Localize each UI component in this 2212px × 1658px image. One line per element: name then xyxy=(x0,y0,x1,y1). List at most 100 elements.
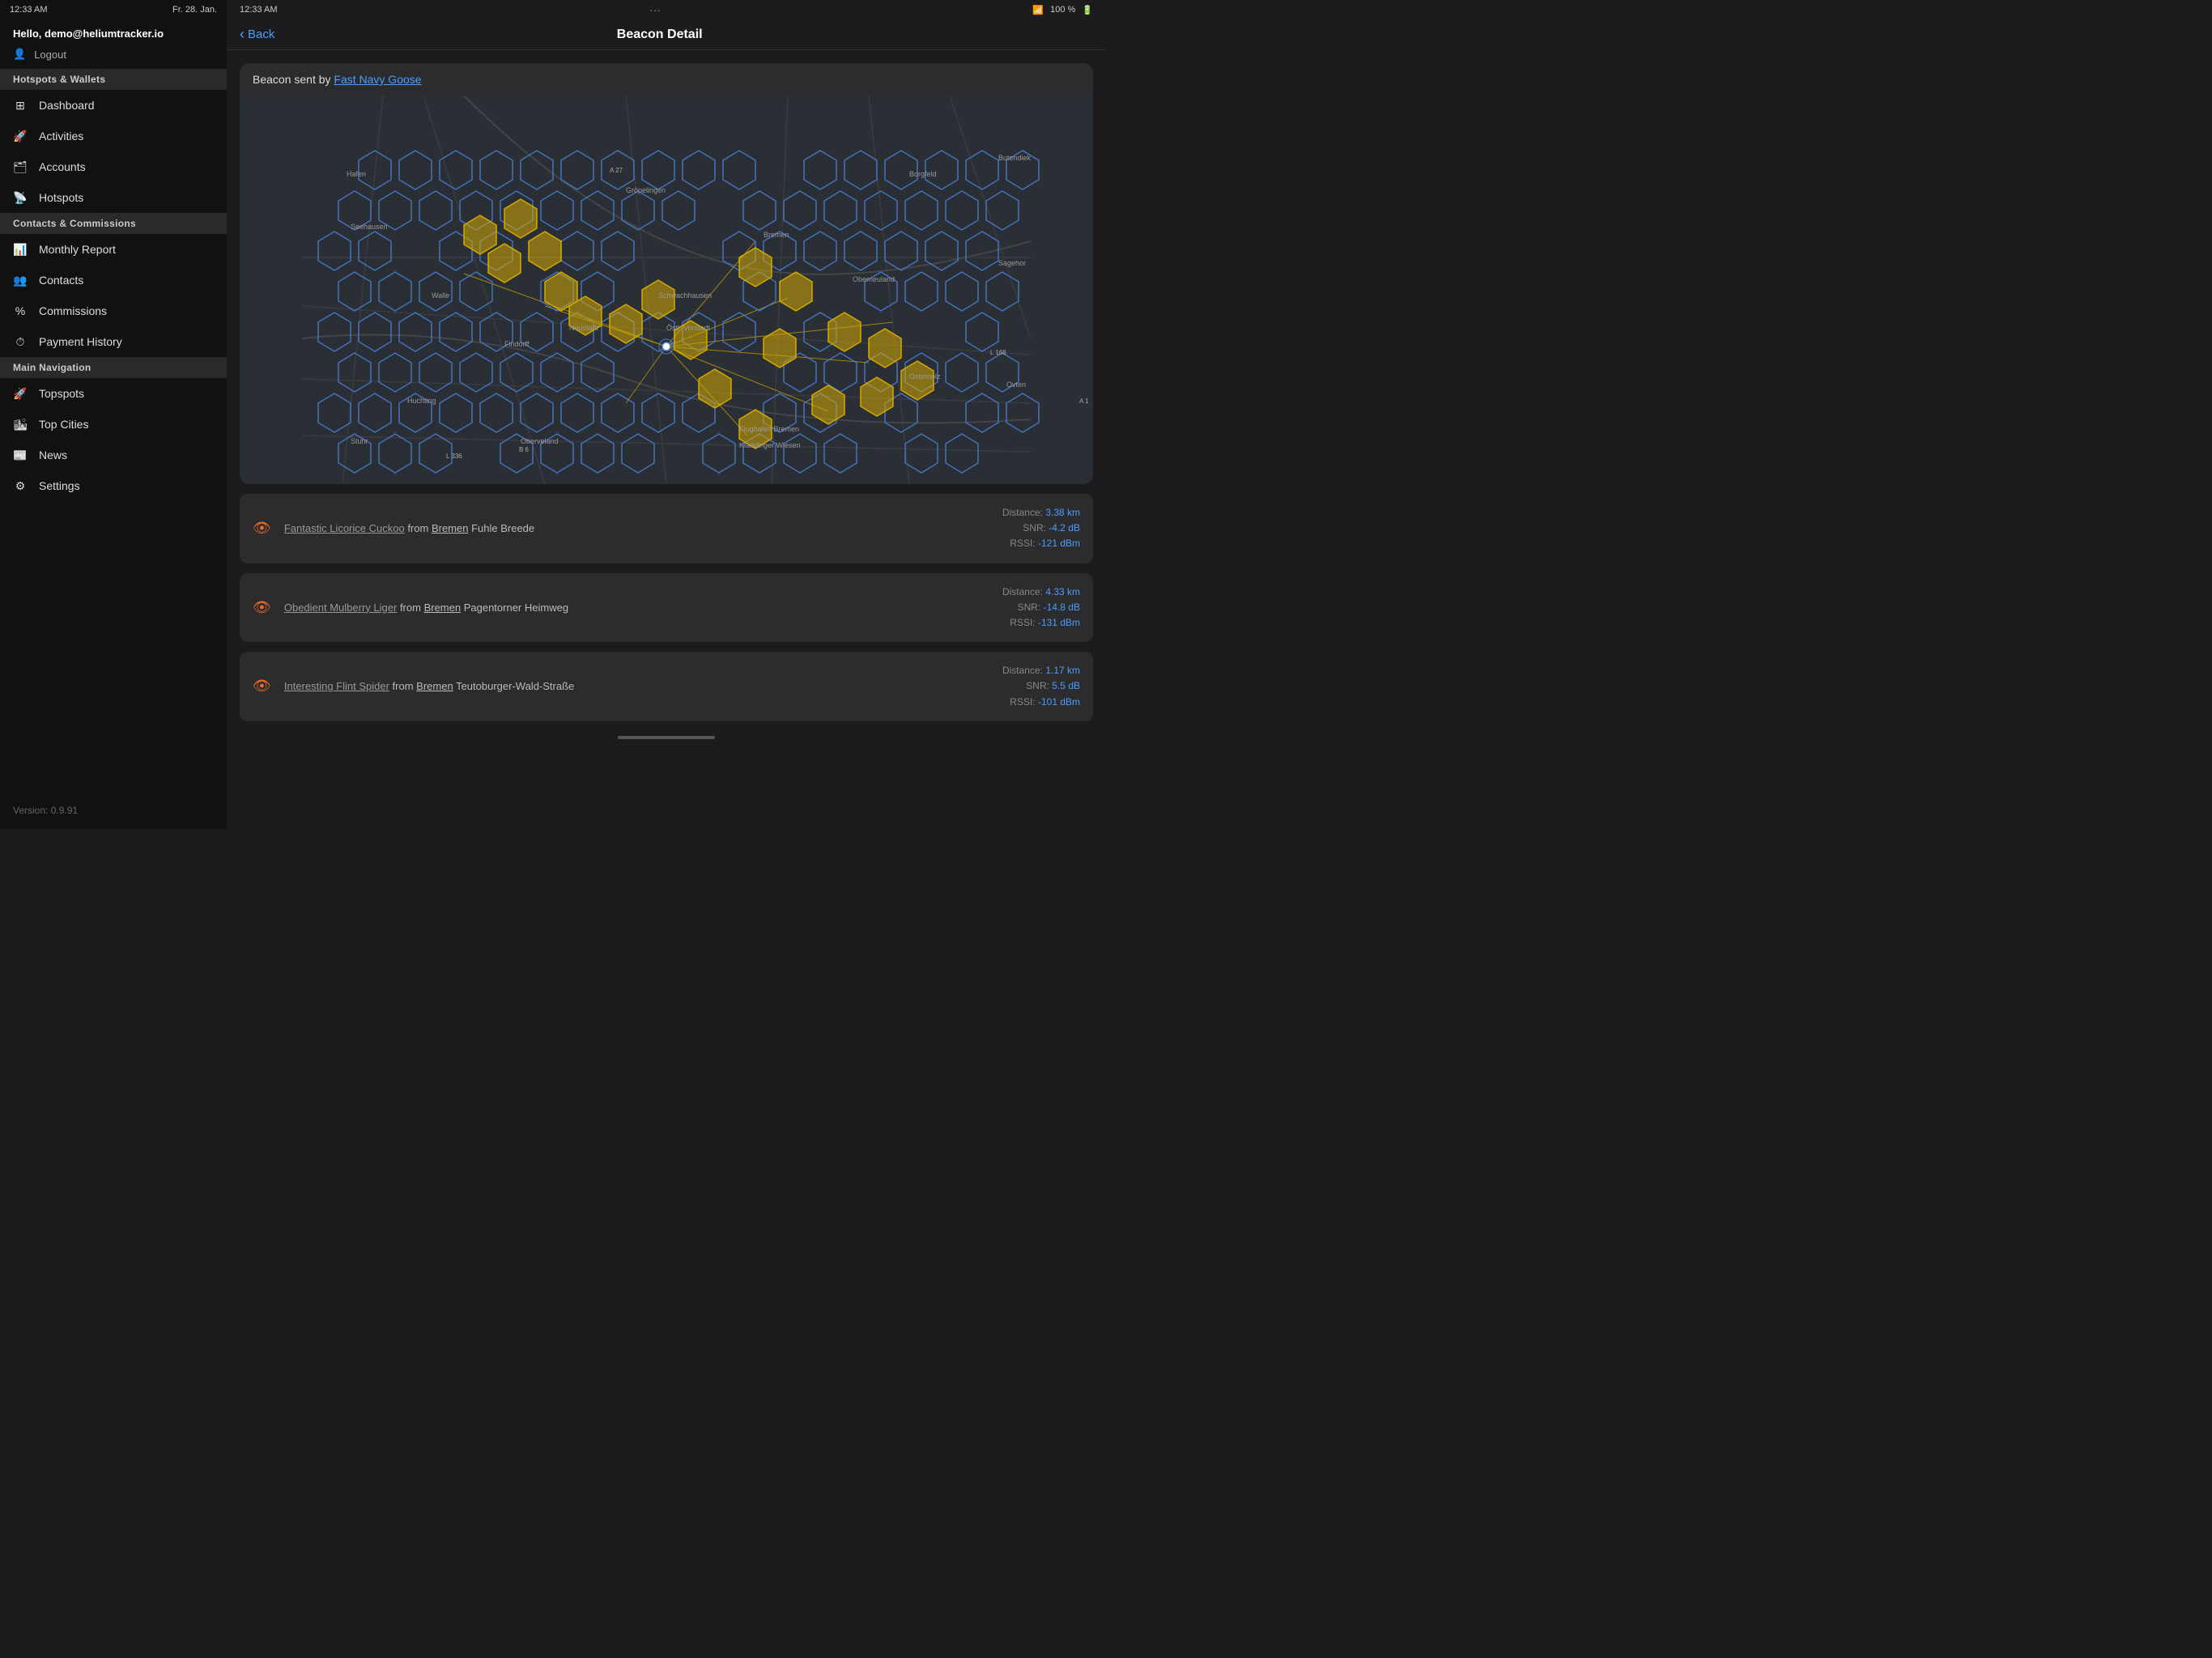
snr-value-1: -4.2 dB xyxy=(1049,522,1080,534)
page-title: Beacon Detail xyxy=(287,28,1032,42)
svg-text:Findorff: Findorff xyxy=(504,340,530,348)
snr-label-3: SNR: xyxy=(1026,680,1049,691)
status-date: Fr. 28. Jan. xyxy=(172,5,217,15)
beacon-map: Bremen Seehausen Hafen Gröpelingen Walle… xyxy=(240,96,1093,484)
sidebar-item-contacts[interactable]: 👥 Contacts xyxy=(0,265,227,295)
svg-text:Flughafen Bremen: Flughafen Bremen xyxy=(739,425,799,433)
sidebar-item-label: Contacts xyxy=(39,274,83,287)
result-name-link[interactable]: Interesting Flint Spider xyxy=(284,680,389,692)
svg-text:Butendiek: Butendiek xyxy=(998,154,1032,162)
svg-text:Stuhr: Stuhr xyxy=(351,437,368,445)
payment-history-icon: ⏱ xyxy=(13,334,28,349)
sidebar-item-label: Settings xyxy=(39,479,80,492)
logout-icon: 👤 xyxy=(13,48,26,61)
sidebar-greeting: Hello, demo@heliumtracker.io xyxy=(0,19,227,43)
settings-icon: ⚙ xyxy=(13,478,28,493)
svg-text:Kladdinger Wiesen: Kladdinger Wiesen xyxy=(739,441,801,449)
distance-value-2: 4.33 km xyxy=(1045,586,1080,597)
top-right-status: 📶 100 % 🔋 xyxy=(1032,5,1093,15)
scroll-indicator xyxy=(240,731,1093,744)
content-area: Beacon sent by Fast Navy Goose xyxy=(227,50,1106,829)
svg-text:Sagehor: Sagehor xyxy=(998,259,1026,267)
news-icon: 📰 xyxy=(13,448,28,462)
svg-text:Huchting: Huchting xyxy=(407,397,436,405)
map-svg: Bremen Seehausen Hafen Gröpelingen Walle… xyxy=(240,96,1093,484)
svg-text:B 6: B 6 xyxy=(519,446,530,453)
chevron-left-icon: ‹ xyxy=(240,26,245,43)
beacon-sent-by-label: Beacon sent by xyxy=(253,73,331,86)
sidebar-item-label: News xyxy=(39,449,67,461)
svg-text:L 168: L 168 xyxy=(990,349,1006,356)
sidebar-item-dashboard[interactable]: ⊞ Dashboard xyxy=(0,90,227,121)
distance-value-1: 3.38 km xyxy=(1045,507,1080,518)
back-button[interactable]: ‹ Back xyxy=(240,26,274,43)
result-name-link[interactable]: Obedient Mulberry Liger xyxy=(284,602,397,614)
svg-text:L 336: L 336 xyxy=(446,453,462,460)
beacon-card: Beacon sent by Fast Navy Goose xyxy=(240,63,1093,484)
svg-text:Gröpelingen: Gröpelingen xyxy=(626,186,666,194)
sidebar-item-label: Monthly Report xyxy=(39,243,116,256)
rssi-value-3: -101 dBm xyxy=(1038,696,1080,708)
sidebar-item-payment-history[interactable]: ⏱ Payment History xyxy=(0,326,227,357)
sidebar: 12:33 AM Fr. 28. Jan. Hello, demo@helium… xyxy=(0,0,227,829)
result-row: 👁 Interesting Flint Spider from Bremen T… xyxy=(240,652,1093,721)
svg-text:A 1: A 1 xyxy=(1079,397,1089,405)
hotspots-icon: 📡 xyxy=(13,190,28,205)
eye-icon: 👁 xyxy=(253,678,271,695)
svg-text:Seehausen: Seehausen xyxy=(351,223,388,231)
sidebar-item-accounts[interactable]: 🗂 Accounts xyxy=(0,151,227,182)
battery-label: 100 % xyxy=(1050,5,1075,15)
result-stats-2: Distance: 4.33 km SNR: -14.8 dB RSSI: -1… xyxy=(1002,585,1080,631)
distance-value-3: 1.17 km xyxy=(1045,665,1080,676)
sidebar-item-activities[interactable]: 🚀 Activities xyxy=(0,121,227,151)
svg-text:Osternolz: Osternolz xyxy=(909,372,941,380)
result-row: 👁 Obedient Mulberry Liger from Bremen Pa… xyxy=(240,573,1093,643)
accounts-icon: 🗂 xyxy=(13,159,28,174)
sidebar-item-hotspots[interactable]: 📡 Hotspots xyxy=(0,182,227,213)
svg-text:Schwachhausen: Schwachhausen xyxy=(658,291,712,300)
eye-icon: 👁 xyxy=(253,599,271,616)
eye-icon: 👁 xyxy=(253,520,271,537)
topspots-icon: 🚀 xyxy=(13,386,28,401)
back-label: Back xyxy=(248,28,274,41)
sidebar-item-commissions[interactable]: % Commissions xyxy=(0,295,227,326)
scroll-pill[interactable] xyxy=(618,736,715,739)
result-name-link[interactable]: Fantastic Licorice Cuckoo xyxy=(284,522,405,534)
result-stats-1: Distance: 3.38 km SNR: -4.2 dB RSSI: -12… xyxy=(1002,505,1080,552)
top-cities-icon: 🏙 xyxy=(13,417,28,432)
status-time: 12:33 AM xyxy=(10,5,47,15)
top-dots: ··· xyxy=(649,3,661,16)
sidebar-status-bar: 12:33 AM Fr. 28. Jan. xyxy=(0,0,227,19)
sidebar-item-label: Accounts xyxy=(39,160,86,173)
svg-text:Neustadt: Neustadt xyxy=(569,324,599,332)
sidebar-item-label: Dashboard xyxy=(39,99,95,112)
wifi-icon: 📶 xyxy=(1032,5,1044,15)
sidebar-item-top-cities[interactable]: 🏙 Top Cities xyxy=(0,409,227,440)
sidebar-item-news[interactable]: 📰 News xyxy=(0,440,227,470)
sidebar-item-topspots[interactable]: 🚀 Topspots xyxy=(0,378,227,409)
sidebar-item-label: Activities xyxy=(39,130,83,142)
svg-text:A 27: A 27 xyxy=(610,167,623,174)
snr-label-2: SNR: xyxy=(1018,602,1041,613)
rssi-label-3: RSSI: xyxy=(1010,696,1035,708)
result-stats-3: Distance: 1.17 km SNR: 5.5 dB RSSI: -101… xyxy=(1002,663,1080,710)
beacon-name-link[interactable]: Fast Navy Goose xyxy=(334,73,421,86)
rssi-value-1: -121 dBm xyxy=(1038,538,1080,549)
main-content: 12:33 AM ··· 📶 100 % 🔋 ‹ Back Beacon Det… xyxy=(227,0,1106,829)
snr-value-2: -14.8 dB xyxy=(1044,602,1080,613)
rssi-label-1: RSSI: xyxy=(1010,538,1035,549)
svg-text:Oberneuland: Oberneuland xyxy=(853,275,895,283)
sidebar-item-settings[interactable]: ⚙ Settings xyxy=(0,470,227,501)
section-header-hotspots: Hotspots & Wallets xyxy=(0,69,227,90)
snr-label-1: SNR: xyxy=(1023,522,1046,534)
top-time: 12:33 AM xyxy=(240,5,277,15)
rssi-value-2: -131 dBm xyxy=(1038,617,1080,628)
top-status-bar: 12:33 AM ··· 📶 100 % 🔋 xyxy=(227,0,1106,19)
distance-label-2: Distance: xyxy=(1002,586,1043,597)
logout-label: Logout xyxy=(34,49,66,61)
svg-text:Walle: Walle xyxy=(432,291,449,300)
sidebar-item-monthly-report[interactable]: 📊 Monthly Report xyxy=(0,234,227,265)
svg-text:Ovten: Ovten xyxy=(1006,380,1026,389)
distance-label-3: Distance: xyxy=(1002,665,1043,676)
logout-button[interactable]: 👤 Logout xyxy=(0,43,227,69)
